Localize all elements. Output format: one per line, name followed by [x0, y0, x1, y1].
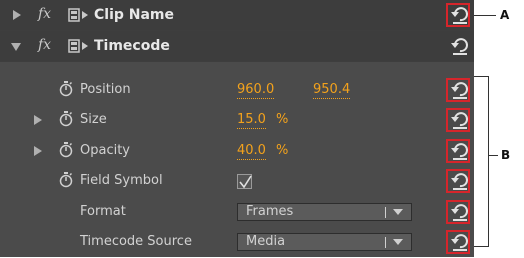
timecode-source-row: Timecode Source Media [0, 228, 474, 258]
stopwatch-icon[interactable] [59, 172, 73, 188]
size-row: Size 15.0 % [0, 106, 474, 136]
row-separator [0, 61, 474, 62]
position-x-value[interactable]: 960.0 [237, 82, 275, 99]
opacity-row: Opacity 40.0 % [0, 137, 474, 167]
highlight-box [446, 78, 470, 102]
stopwatch-icon[interactable] [59, 142, 73, 158]
chevron-down-icon [393, 239, 403, 245]
expand-triangle-icon[interactable] [34, 146, 42, 156]
highlight-box [446, 200, 470, 224]
field-symbol-row: Field Symbol [0, 167, 474, 197]
callout-b-bracket-top [474, 76, 488, 77]
reset-timecode-button[interactable] [447, 34, 473, 58]
opacity-unit: % [276, 143, 289, 158]
reset-arrow-icon [451, 38, 468, 55]
callout-a-label: A [500, 8, 510, 22]
highlight-box [446, 169, 470, 193]
position-label: Position [80, 82, 131, 97]
fx-toggle[interactable]: fx [38, 7, 51, 21]
format-row: Format Frames [0, 198, 474, 228]
effect-badge-icon [68, 39, 88, 53]
expand-triangle-icon[interactable] [34, 115, 42, 125]
format-dropdown[interactable]: Frames [237, 203, 412, 221]
stopwatch-icon[interactable] [59, 111, 73, 127]
callout-b-bracket-vertical [488, 76, 489, 247]
callout-b-bracket-bottom [474, 246, 488, 247]
highlight-box [446, 108, 470, 132]
collapse-triangle-icon[interactable] [11, 43, 21, 51]
highlight-box [446, 3, 470, 27]
callout-a-leader [474, 15, 496, 16]
chevron-down-icon [393, 209, 403, 215]
position-row: Position 960.0 950.4 [0, 76, 474, 106]
timecode-title: Timecode [94, 38, 170, 54]
timecode-source-selected-value: Media [246, 234, 286, 249]
field-symbol-label: Field Symbol [80, 173, 163, 188]
format-selected-value: Frames [246, 204, 294, 219]
size-unit: % [276, 112, 289, 127]
effect-controls-panel: fx Clip Name fx Timecode Position 960.0 … [0, 0, 474, 257]
highlight-box [446, 139, 470, 163]
checkmark-icon [239, 175, 252, 189]
timecode-row[interactable]: fx Timecode [0, 31, 474, 61]
stopwatch-icon[interactable] [59, 81, 73, 97]
expand-triangle-icon[interactable] [13, 10, 21, 20]
callout-b-label: B [501, 148, 511, 162]
timecode-source-label: Timecode Source [80, 234, 192, 249]
format-label: Format [80, 204, 126, 219]
fx-toggle[interactable]: fx [38, 38, 51, 52]
position-y-value[interactable]: 950.4 [313, 82, 351, 99]
clip-name-row[interactable]: fx Clip Name [0, 0, 474, 30]
dropdown-divider [385, 237, 386, 248]
dropdown-divider [385, 207, 386, 218]
timecode-source-dropdown[interactable]: Media [237, 233, 412, 251]
highlight-box [446, 230, 470, 254]
field-symbol-checkbox[interactable] [237, 174, 252, 189]
clip-name-title: Clip Name [94, 7, 175, 23]
size-value[interactable]: 15.0 [237, 112, 266, 129]
opacity-value[interactable]: 40.0 [237, 143, 266, 160]
callout-b-leader [488, 155, 498, 156]
size-label: Size [80, 112, 107, 127]
effect-badge-icon [68, 8, 88, 22]
opacity-label: Opacity [80, 143, 131, 158]
